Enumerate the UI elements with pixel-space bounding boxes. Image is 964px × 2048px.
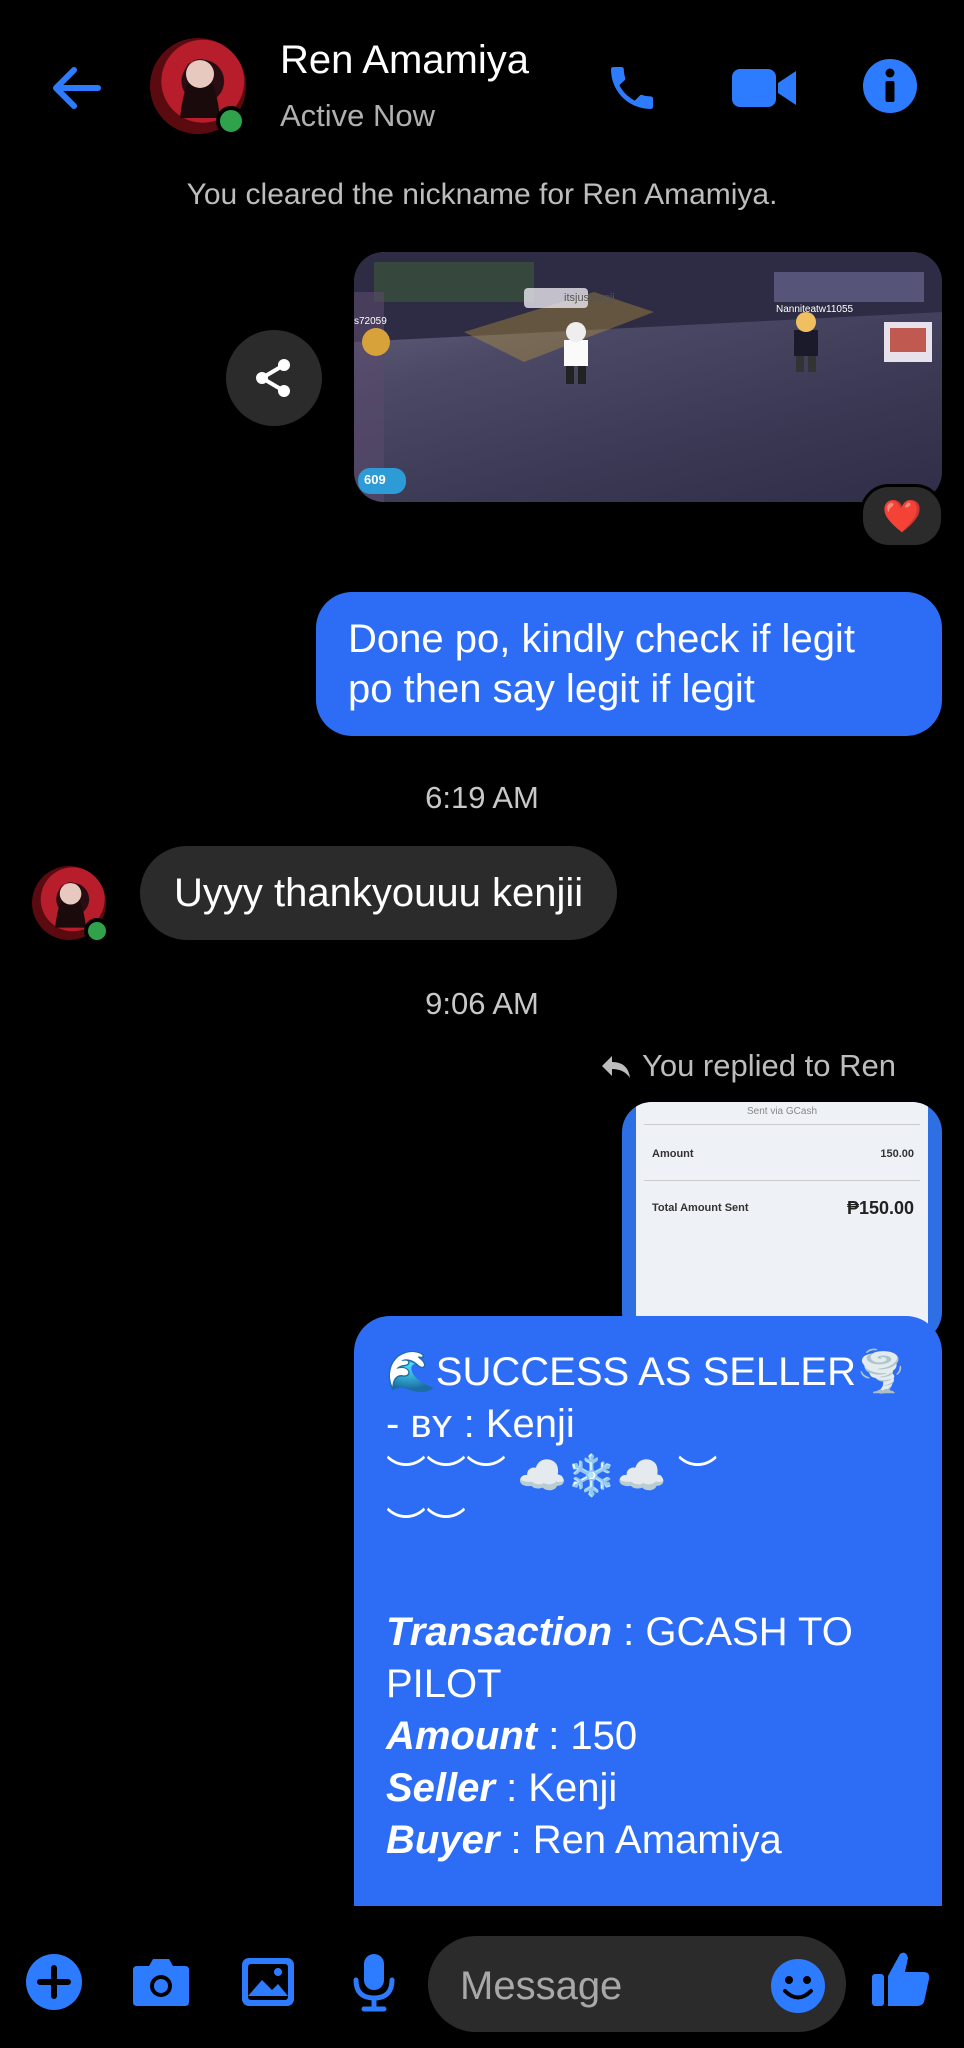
decoration-line: ︶︶︶ ☁️❄️☁️ ︶	[386, 1454, 718, 1498]
heart-icon: ❤️	[882, 498, 922, 534]
heart-reaction[interactable]: ❤️	[860, 484, 944, 548]
amount-row: Amount : 150	[386, 1710, 910, 1762]
contact-name[interactable]: Ren Amamiya	[280, 38, 529, 83]
success-seller-message[interactable]: 🌊SUCCESS AS SELLER🌪️ - ʙʏ : Kenji ︶︶︶ ☁️…	[354, 1316, 942, 1906]
info-icon[interactable]	[860, 56, 920, 116]
timestamp: 6:19 AM	[425, 780, 539, 815]
incoming-message[interactable]: Uyyy thankyouuu kenjii	[140, 846, 618, 940]
reply-preview[interactable]: Sent via GCash Amount 150.00 Total Amoun…	[622, 1102, 942, 1342]
plus-icon[interactable]	[24, 1952, 84, 2012]
phone-icon[interactable]	[600, 56, 664, 120]
success-title: 🌊SUCCESS AS SELLER🌪️	[386, 1350, 906, 1394]
game-label-player: itsjustkenji	[564, 292, 615, 304]
image-message[interactable]: itsjustkenji Nanniteatw11055 s72059 609	[354, 252, 942, 502]
emoji-icon[interactable]	[768, 1956, 828, 2016]
receipt-amount-label: Amount	[652, 1148, 694, 1160]
message-placeholder: Message	[460, 1964, 623, 2008]
microphone-icon[interactable]	[346, 1950, 402, 2014]
active-status: Active Now	[280, 98, 436, 133]
receipt-total-value: ₱150.00	[846, 1198, 914, 1218]
share-button[interactable]	[226, 330, 322, 426]
decoration-line: ︶︶	[386, 1506, 466, 1550]
share-icon	[252, 356, 296, 400]
game-label-other-player: Nanniteatw11055	[776, 304, 854, 315]
seller-value: : Kenji	[494, 1766, 618, 1810]
amount-label: Amount	[386, 1714, 538, 1758]
timestamp: 9:06 AM	[425, 986, 539, 1021]
buyer-label: Buyer	[386, 1818, 500, 1862]
thumbs-up-icon[interactable]	[866, 1944, 936, 2014]
divider	[644, 1180, 920, 1181]
receipt-header: Sent via GCash	[746, 1106, 818, 1117]
back-arrow-icon[interactable]	[44, 60, 108, 116]
system-notice: You cleared the nickname for Ren Amamiya…	[186, 178, 778, 211]
outgoing-message[interactable]: Done po, kindly check if legit po then s…	[316, 592, 942, 736]
amount-value: : 150	[537, 1714, 638, 1758]
receipt-amount-value: 150.00	[880, 1148, 914, 1160]
seller-label: Seller	[386, 1766, 495, 1810]
camera-icon[interactable]	[130, 1952, 192, 2012]
receipt-total-label: Total Amount Sent	[652, 1202, 749, 1214]
seller-row: Seller : Kenji	[386, 1762, 910, 1814]
buyer-row: Buyer : Ren Amamiya	[386, 1814, 910, 1866]
online-indicator-small	[84, 918, 110, 944]
transaction-label: Transaction	[386, 1610, 612, 1654]
divider	[644, 1124, 920, 1125]
success-byline: - ʙʏ : Kenji	[386, 1402, 575, 1446]
gallery-icon[interactable]	[238, 1952, 298, 2012]
gcash-receipt: Sent via GCash Amount 150.00 Total Amoun…	[636, 1102, 928, 1342]
chat-header: Ren Amamiya Active Now	[0, 0, 964, 180]
replied-label: You replied to Ren	[642, 1048, 896, 1083]
reply-arrow-icon	[600, 1052, 632, 1085]
online-indicator	[216, 106, 246, 136]
game-label-coins: 609	[364, 472, 386, 487]
game-screenshot	[354, 252, 942, 502]
video-camera-icon[interactable]	[724, 58, 804, 118]
game-label-id: s72059	[354, 316, 387, 327]
transaction-row: Transaction : GCASH TO PILOT	[386, 1606, 910, 1710]
buyer-value: : Ren Amamiya	[499, 1818, 782, 1862]
